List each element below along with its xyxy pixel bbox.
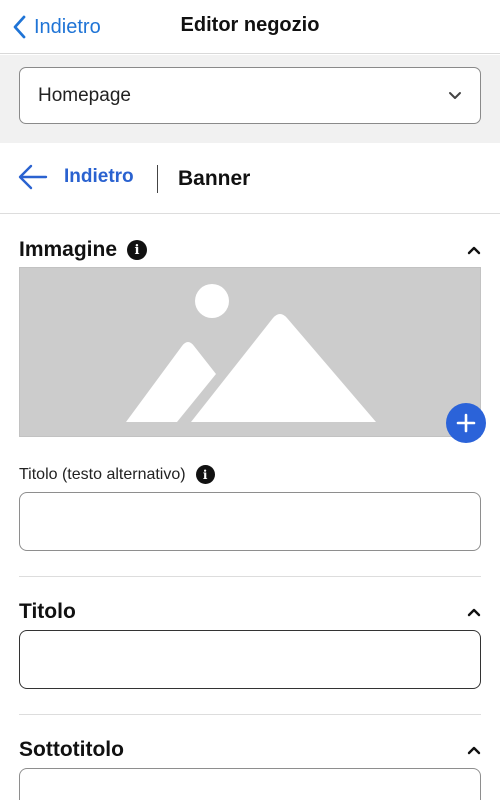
- arrow-left-icon: [18, 164, 48, 190]
- add-image-button[interactable]: [446, 403, 486, 443]
- chevron-up-icon[interactable]: [467, 607, 481, 617]
- alt-text-input[interactable]: [19, 492, 481, 551]
- section-back-label: Indietro: [64, 166, 134, 187]
- breadcrumb-divider: [157, 165, 158, 193]
- chevron-up-icon[interactable]: [467, 745, 481, 755]
- chevron-up-icon[interactable]: [467, 245, 481, 255]
- section-back-button[interactable]: Indietro: [18, 164, 134, 190]
- section-divider: [19, 714, 481, 715]
- image-placeholder-icon: [126, 284, 376, 422]
- image-placeholder[interactable]: [19, 267, 481, 437]
- subtitle-section-heading: Sottotitolo: [19, 738, 124, 761]
- page-select[interactable]: Homepage: [19, 67, 481, 124]
- subtitle-input[interactable]: [19, 768, 481, 800]
- page-title: Editor negozio: [180, 14, 320, 36]
- chevron-down-icon: [449, 91, 461, 99]
- image-section-heading: Immagine: [19, 238, 118, 261]
- page-selector-band: Homepage: [0, 55, 500, 143]
- info-icon[interactable]: i: [127, 240, 148, 260]
- title-input[interactable]: [19, 630, 481, 689]
- section-divider: [19, 576, 481, 577]
- section-header: Indietro Banner: [0, 143, 500, 214]
- section-title: Banner: [178, 167, 251, 190]
- top-navigation-bar: Indietro Editor negozio: [0, 0, 500, 54]
- image-section-header: Immagine i: [19, 235, 481, 265]
- plus-icon: [456, 413, 476, 433]
- title-section-heading: Titolo: [19, 600, 76, 623]
- alt-text-label-row: Titolo (testo alternativo) i: [19, 465, 215, 484]
- title-section-header: Titolo: [19, 597, 481, 627]
- page-select-value: Homepage: [38, 84, 131, 106]
- info-icon[interactable]: i: [195, 465, 215, 484]
- subtitle-section-header: Sottotitolo: [19, 735, 481, 765]
- alt-text-label: Titolo (testo alternativo): [19, 465, 186, 483]
